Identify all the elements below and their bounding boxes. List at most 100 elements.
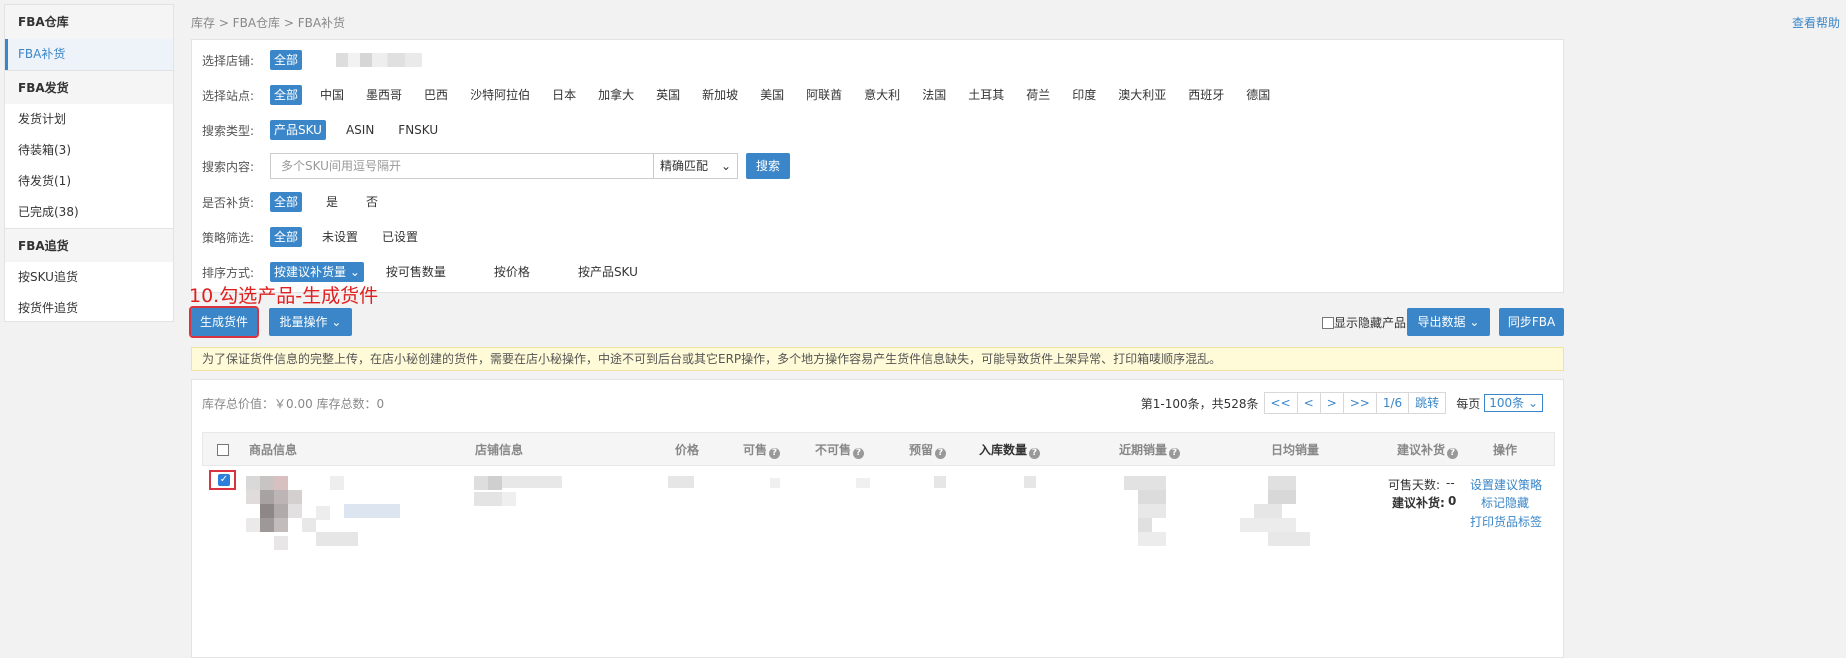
notice-banner: 为了保证货件信息的完整上传，在店小秘创建的货件，需要在店小秘操作，中途不可到后台…	[191, 347, 1564, 371]
site-option[interactable]: 法国	[918, 85, 950, 105]
replenish-option[interactable]: 否	[362, 192, 382, 212]
replenish-option[interactable]: 全部	[270, 192, 303, 212]
col-store-info: 店铺信息	[475, 443, 524, 457]
col-reserved: 预留?	[909, 433, 947, 467]
site-option[interactable]: 中国	[316, 85, 348, 105]
reserved-blurred	[934, 476, 946, 488]
sort-option[interactable]: 按可售数量	[382, 262, 450, 282]
pager-next-button[interactable]: >	[1319, 392, 1344, 414]
search-type-option[interactable]: FNSKU	[394, 120, 442, 140]
site-option[interactable]: 德国	[1242, 85, 1274, 105]
sidebar-item-shipping-plan[interactable]: 发货计划	[5, 104, 173, 135]
site-option[interactable]: 全部	[270, 85, 303, 105]
export-data-button[interactable]: 导出数据 ⌄	[1407, 308, 1490, 336]
pager-page-input[interactable]: 1/6	[1375, 392, 1410, 414]
sidebar-item-to-ship[interactable]: 待发货(1)	[5, 166, 173, 197]
help-icon[interactable]: ?	[769, 448, 781, 459]
sidebar-item-track-by-shipment[interactable]: 按货件追货	[5, 293, 173, 324]
help-icon[interactable]: ?	[1447, 448, 1459, 459]
sell-days-label: 可售天数:	[1388, 478, 1441, 492]
chevron-down-icon: ⌄	[331, 315, 342, 329]
inventory-summary: 库存总价值：￥0.00 库存总数：0	[202, 397, 385, 411]
sidebar-group-fba-shipping: FBA发货	[5, 70, 173, 104]
set-strategy-link[interactable]: 设置建议策略	[1470, 476, 1542, 493]
batch-operation-button[interactable]: 批量操作 ⌄	[269, 308, 352, 336]
site-option[interactable]: 巴西	[420, 85, 452, 105]
store-label: 选择店铺:	[202, 53, 255, 68]
search-input[interactable]: 多个SKU间用逗号隔开	[270, 153, 654, 179]
select-all-checkbox[interactable]	[217, 444, 229, 456]
site-option[interactable]: 墨西哥	[362, 85, 406, 105]
site-label: 选择站点:	[202, 88, 255, 103]
site-option[interactable]: 土耳其	[964, 85, 1008, 105]
site-option[interactable]: 意大利	[860, 85, 904, 105]
search-type-option[interactable]: 产品SKU	[270, 120, 326, 140]
suggested-label: 建议补货:	[1392, 496, 1445, 510]
site-option[interactable]: 加拿大	[594, 85, 638, 105]
col-unsellable: 不可售?	[815, 433, 865, 467]
site-option[interactable]: 日本	[548, 85, 580, 105]
site-option[interactable]: 印度	[1068, 85, 1100, 105]
per-page-label: 每页	[1456, 396, 1481, 411]
pager-prev-button[interactable]: <	[1296, 392, 1321, 414]
sort-option[interactable]: 按产品SKU	[574, 262, 642, 282]
sort-label: 排序方式:	[202, 265, 255, 280]
site-option[interactable]: 新加坡	[698, 85, 742, 105]
show-hidden-toggle[interactable]: 显示隐藏产品	[1322, 314, 1406, 331]
help-link[interactable]: 查看帮助	[1792, 14, 1840, 31]
strategy-option[interactable]: 已设置	[378, 227, 422, 247]
batch-operation-label: 批量操作	[279, 315, 328, 329]
match-mode-select[interactable]: 精确匹配 ⌄	[654, 153, 738, 179]
breadcrumb: 库存 > FBA仓库 > FBA补货	[191, 16, 346, 30]
search-type-option[interactable]: ASIN	[342, 120, 378, 140]
sidebar-item-to-pack[interactable]: 待装箱(3)	[5, 135, 173, 166]
help-icon[interactable]: ?	[935, 448, 947, 459]
pager-first-button[interactable]: <<	[1263, 392, 1298, 414]
mark-hidden-link[interactable]: 标记隐藏	[1481, 494, 1529, 511]
suggested-value: 0	[1448, 494, 1457, 508]
sort-option[interactable]: 按价格	[490, 262, 534, 282]
col-sellable: 可售?	[743, 433, 781, 467]
site-option[interactable]: 英国	[652, 85, 684, 105]
pagination: 第1-100条，共528条 << < > >> 1/6 跳转 每页 100条 ⌄	[1141, 392, 1543, 414]
chevron-down-icon: ⌄	[720, 159, 731, 173]
site-option[interactable]: 澳大利亚	[1114, 85, 1170, 105]
col-suggested: 建议补货?	[1397, 433, 1459, 467]
row-checkbox[interactable]: ✓	[218, 474, 230, 486]
store-info-blurred	[474, 476, 564, 516]
col-suggested-label: 建议补货	[1397, 443, 1446, 457]
search-button[interactable]: 搜索	[746, 153, 790, 179]
generate-shipment-button[interactable]: 生成货件	[189, 306, 259, 338]
pager-last-button[interactable]: >>	[1342, 392, 1377, 414]
col-inbound: 入库数量?	[979, 433, 1041, 467]
print-label-link[interactable]: 打印货品标签	[1470, 513, 1542, 530]
sidebar-group-fba-warehouse: FBA仓库	[5, 5, 173, 39]
strategy-option[interactable]: 未设置	[318, 227, 362, 247]
per-page-select[interactable]: 100条 ⌄	[1484, 394, 1543, 412]
strategy-option[interactable]: 全部	[270, 227, 303, 247]
sort-option-suggested[interactable]: 按建议补货量 ⌄	[270, 262, 364, 282]
sidebar: FBA仓库 FBA补货 FBA发货 发货计划 待装箱(3) 待发货(1) 已完成…	[4, 4, 174, 322]
site-option[interactable]: 阿联酋	[802, 85, 846, 105]
sidebar-item-completed[interactable]: 已完成(38)	[5, 197, 173, 228]
site-option[interactable]: 沙特阿拉伯	[466, 85, 534, 105]
show-hidden-checkbox[interactable]	[1322, 316, 1334, 329]
site-option[interactable]: 西班牙	[1184, 85, 1228, 105]
help-icon[interactable]: ?	[853, 448, 865, 459]
sync-fba-button[interactable]: 同步FBA	[1499, 308, 1564, 336]
site-option[interactable]: 荷兰	[1022, 85, 1054, 105]
col-inbound-label: 入库数量	[979, 443, 1028, 457]
sort-option-label: 按建议补货量	[274, 265, 347, 279]
site-option[interactable]: 美国	[756, 85, 788, 105]
store-list-blurred	[336, 53, 423, 67]
sidebar-item-fba-replenish[interactable]: FBA补货	[5, 39, 173, 70]
inbound-blurred	[1024, 476, 1036, 488]
store-option-all[interactable]: 全部	[270, 50, 303, 70]
pager-jump-button[interactable]: 跳转	[1408, 392, 1447, 414]
daily-sales-blurred	[1240, 476, 1310, 556]
help-icon[interactable]: ?	[1029, 448, 1041, 459]
help-icon[interactable]: ?	[1169, 448, 1181, 459]
replenish-option[interactable]: 是	[322, 192, 342, 212]
sidebar-item-track-by-sku[interactable]: 按SKU追货	[5, 262, 173, 293]
table-header: 商品信息 店铺信息 价格 可售? 不可售? 预留? 入库数量? 近期销量? 日均…	[202, 432, 1555, 466]
